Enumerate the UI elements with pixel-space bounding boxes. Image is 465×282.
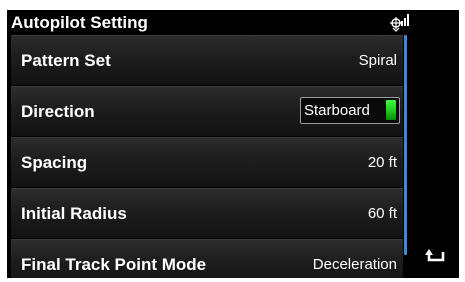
row-label: Direction (21, 102, 95, 121)
row-label: Spacing (21, 153, 88, 172)
settings-list: Pattern Set Spiral Direction Starboard S… (11, 35, 403, 278)
row-value: Deceleration (312, 256, 397, 273)
scrollbar[interactable] (404, 35, 407, 255)
header-bar: Autopilot Setting (7, 10, 459, 35)
row-label: Pattern Set (21, 51, 111, 70)
autopilot-signal-icon (389, 12, 411, 32)
row-value: Spiral (358, 52, 397, 69)
row-pattern-set[interactable]: Pattern Set Spiral (11, 35, 403, 85)
back-arrow-icon[interactable] (424, 246, 450, 268)
row-value: Starboard (304, 102, 370, 119)
row-final-track-point-mode[interactable]: Final Track Point Mode Deceleration (11, 239, 403, 278)
row-spacing[interactable]: Spacing 20 ft (11, 137, 403, 187)
row-label: Final Track Point Mode (21, 255, 207, 274)
row-value: 20 ft (367, 154, 397, 171)
direction-selector[interactable]: Starboard (300, 97, 400, 124)
row-value: 60 ft (367, 205, 397, 222)
row-direction[interactable]: Direction Starboard (11, 86, 403, 136)
status-indicator-icon (386, 100, 396, 120)
page-title: Autopilot Setting (11, 13, 148, 32)
row-initial-radius[interactable]: Initial Radius 60 ft (11, 188, 403, 238)
row-label: Initial Radius (21, 204, 127, 223)
autopilot-setting-screen: Autopilot Setting Pattern Set Spiral Dir… (7, 10, 459, 278)
